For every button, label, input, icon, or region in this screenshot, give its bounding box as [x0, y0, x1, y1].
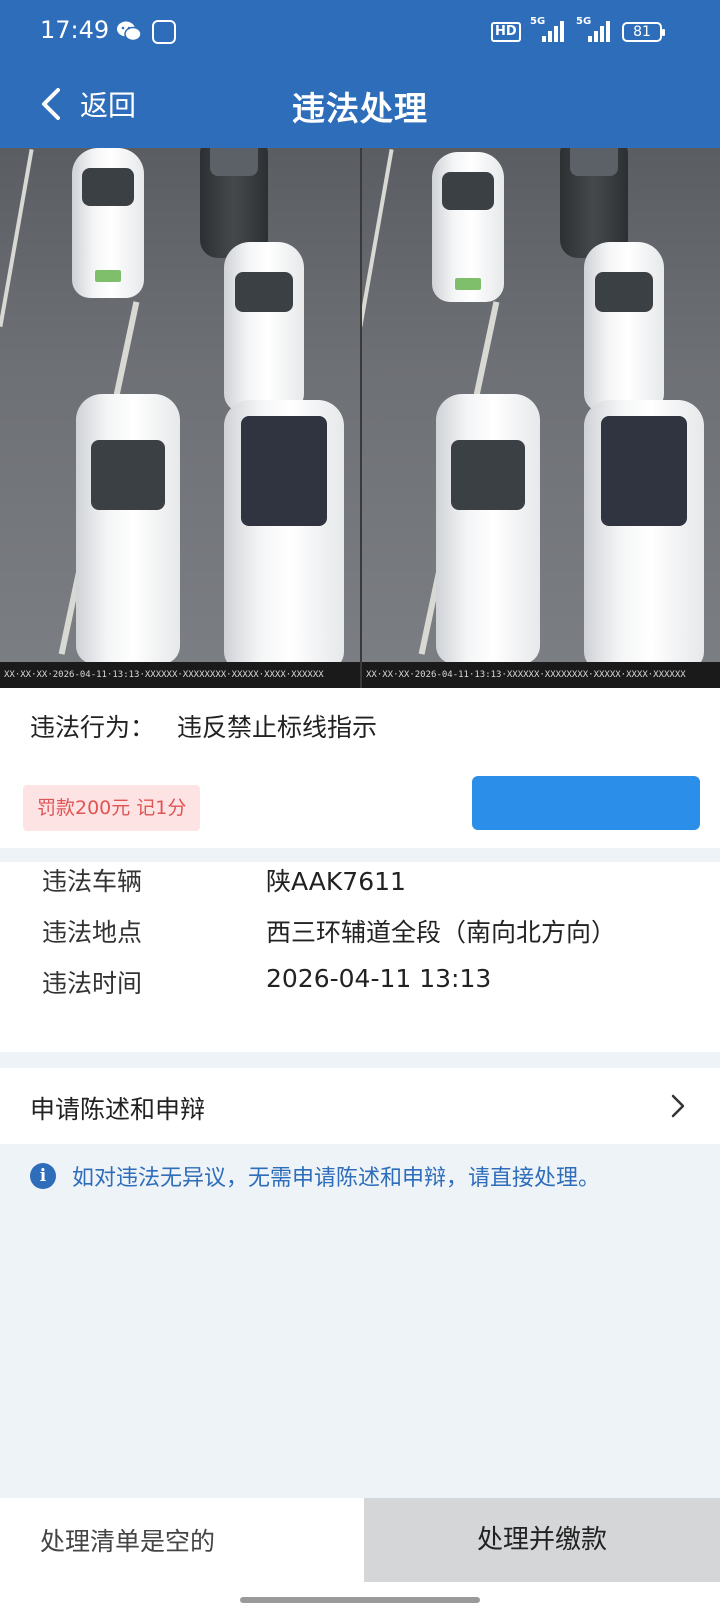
battery-icon: 81 [622, 22, 665, 42]
app-notification-icon [152, 20, 176, 44]
detail-row-time: 违法时间 2026-04-11 13:13 [42, 964, 491, 1000]
evidence-photos: XX·XX·XX·2026-04-11·13:13·XXXXXX·XXXXXXX… [0, 148, 720, 688]
details-card: 违法车辆 陕AAK7611 违法地点 西三环辅道全段（南向北方向） 违法时间 2… [0, 862, 720, 1052]
photo-caption: XX·XX·XX·2026-04-11·13:13·XXXXXX·XXXXXXX… [362, 662, 720, 688]
detail-value: 2026-04-11 13:13 [266, 964, 492, 993]
detail-row-vehicle: 违法车辆 陕AAK7611 [42, 862, 406, 898]
car-image [584, 242, 664, 412]
violation-card: 违法行为： 违反禁止标线指示 罚款200元 记1分 [0, 688, 720, 848]
action-button[interactable] [472, 776, 700, 830]
violation-label: 违法行为： [30, 713, 156, 742]
appeal-row[interactable]: 申请陈述和申辩 [0, 1068, 720, 1144]
lane-marking [362, 149, 394, 327]
wechat-icon [117, 21, 142, 42]
empty-list-label: 处理清单是空的 [40, 1527, 216, 1556]
car-image [436, 394, 540, 664]
page-title: 违法处理 [292, 89, 428, 128]
car-image [584, 400, 704, 670]
home-indicator[interactable] [240, 1597, 480, 1603]
car-image [72, 148, 144, 298]
car-image [224, 400, 344, 670]
photo-caption: XX·XX·XX·2026-04-11·13:13·XXXXXX·XXXXXXX… [0, 662, 360, 688]
chevron-right-icon [671, 1094, 685, 1118]
detail-key: 违法地点 [42, 918, 143, 947]
hd-icon: HD [491, 22, 521, 42]
lane-marking [0, 149, 34, 327]
signal-5g-icon: 5G [530, 16, 570, 44]
fine-badge: 罚款200元 记1分 [23, 785, 201, 831]
car-image [76, 394, 180, 664]
violation-row: 违法行为： 违反禁止标线指示 [30, 708, 377, 744]
bottom-action-bar: 处理清单是空的 处理并缴款 [0, 1498, 720, 1612]
detail-value: 西三环辅道全段（南向北方向） [266, 918, 617, 947]
info-notice: i 如对违法无异议，无需申请陈述和申辩，请直接处理。 [30, 1160, 600, 1192]
violation-value: 违反禁止标线指示 [177, 713, 378, 742]
info-text: 如对违法无异议，无需申请陈述和申辩，请直接处理。 [72, 1166, 601, 1191]
car-image [224, 242, 304, 412]
detail-value: 陕AAK7611 [266, 867, 406, 896]
detail-key: 违法车辆 [42, 867, 143, 896]
car-image [432, 152, 504, 302]
evidence-photo-right[interactable]: XX·XX·XX·2026-04-11·13:13·XXXXXX·XXXXXXX… [360, 148, 720, 688]
signal-5g-icon: 5G [576, 16, 616, 44]
status-bar: 17:49 HD 5G 5G 81 [0, 0, 720, 62]
process-and-pay-button[interactable]: 处理并缴款 [364, 1498, 720, 1582]
detail-key: 违法时间 [42, 969, 143, 998]
info-icon: i [30, 1163, 56, 1189]
evidence-photo-left[interactable]: XX·XX·XX·2026-04-11·13:13·XXXXXX·XXXXXXX… [0, 148, 360, 688]
detail-row-location: 违法地点 西三环辅道全段（南向北方向） [42, 913, 616, 949]
navigation-header: 返回 违法处理 [0, 62, 720, 148]
status-time: 17:49 [40, 16, 110, 44]
appeal-label: 申请陈述和申辩 [30, 1095, 206, 1124]
